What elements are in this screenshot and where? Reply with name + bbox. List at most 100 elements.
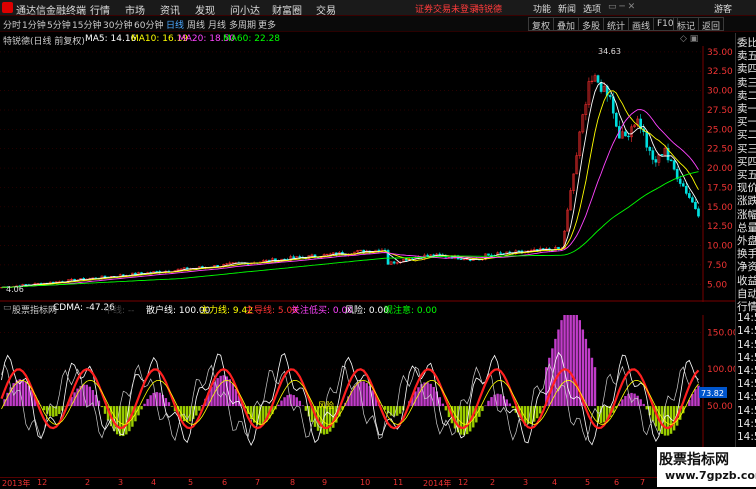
tab-daily[interactable]: 日线 [166,18,184,31]
candle-body [697,208,700,217]
time-tick: 4 [151,478,157,487]
candle-body [669,159,673,162]
mark-button[interactable]: 标记 [673,17,700,32]
candle-body [596,75,600,83]
candle-body [487,253,490,256]
price-tick: 17.50 [707,183,733,193]
menu-quotes[interactable]: 行情 [90,2,110,17]
menu-xiaoda[interactable]: 问小达 [230,2,260,17]
candle-body [627,135,630,138]
quote-panel-label: 14:5 [737,325,756,338]
time-tick: 6 [222,478,228,487]
tab-weekly[interactable]: 周线 [187,18,205,31]
quote-panel-label: 14:5 [737,417,756,430]
price-grid [0,51,702,285]
tab-15min[interactable]: 15分钟 [72,18,101,31]
price-tick: 22.50 [707,145,733,155]
candle-body [651,150,655,160]
risk-signal-label: 风险 [318,400,334,410]
menu-market[interactable]: 市场 [125,2,145,17]
time-tick: 5 [188,478,194,487]
restore-rights-button[interactable]: 复权 [528,17,555,32]
draw-line-button[interactable]: 画线 [628,17,655,32]
ma60-label: MA60: 22.28 [223,34,281,44]
price-chart[interactable]: 35.00 32.50 30.00 27.50 25.00 22.50 20.00 17.50… [0,46,735,302]
quote-panel-label: 14:5 [737,431,756,443]
price-tick: 35.00 [707,48,733,58]
tab-monthly[interactable]: 月线 [208,18,226,31]
menu-options[interactable]: 选项 [583,2,601,15]
menu-news[interactable]: 资讯 [160,2,180,17]
statistics-button[interactable]: 统计 [603,17,630,32]
menu-wealth[interactable]: 财富圈 [272,2,302,17]
tab-1min[interactable]: 1分钟 [22,18,46,31]
tab-5min[interactable]: 5分钟 [47,18,71,31]
menu-trade[interactable]: 交易 [316,2,336,17]
period-toolbar: 分时 1分钟 5分钟 15分钟 30分钟 60分钟 日线 周线 月线 多周期 更… [0,16,756,32]
overlay-button[interactable]: 叠加 [553,17,580,32]
quote-panel-label: 14:5 [737,351,756,364]
time-tick: 2 [490,478,496,487]
menu-function[interactable]: 功能 [533,2,551,15]
tab-30min[interactable]: 30分钟 [103,18,132,31]
indicator-tick: 50.00 [707,402,733,412]
time-tick: 8 [290,478,296,487]
price-tick: 27.50 [707,106,733,116]
tab-60min[interactable]: 60分钟 [134,18,163,31]
quote-panel-label: 14:5 [737,365,756,377]
candle-body [490,254,493,256]
candle-body [624,131,627,137]
watermark-title: 股票指标网 [659,452,729,468]
time-tick: 9 [322,478,328,487]
candle-body [691,197,694,203]
candle-body [672,160,676,170]
tab-intraday[interactable]: 分时 [3,18,21,31]
menu-news-right[interactable]: 新闻 [558,2,576,15]
candle-body [24,284,28,286]
back-button[interactable]: 返回 [698,17,725,32]
candle-body [292,256,296,259]
peak-price-label: 34.63 [598,47,621,56]
watermark: 股票指标网 www.7gpzb.com [657,447,756,487]
quote-panel-label: 14:5 [737,312,756,325]
candle-body [426,254,429,257]
price-tick: 5.00 [707,280,727,290]
low-price-label: 4.06 [6,285,24,294]
indicator-tick: 150.00 [707,328,735,338]
candle-body [411,258,414,260]
quote-panel-label: 14:5 [737,338,756,351]
indicator-header: ▭ 股票指标网 CDMA: -47.26 中线: -- 散户线: 100.00 … [0,303,700,316]
indicator-chart[interactable]: 150.00 100.00 50.00 73.82 风险 [0,315,735,477]
candle-body [614,112,618,127]
multi-stock-button[interactable]: 多股 [578,17,605,32]
quote-panel: 委比 卖五 卖四 卖三 卖二 卖一 买一 买二 买三 买四 买五 现价 涨跌 涨幅 总量 外盘 换手 净资 收益 自动… [735,33,756,458]
time-tick: 2013年 [2,479,31,488]
ma5-line [1,81,699,288]
price-tick: 12.50 [707,222,733,232]
price-tick: 10.00 [707,242,733,252]
tab-more[interactable]: 更多 [258,18,276,31]
candle-body [298,256,302,258]
chart-controls-icon[interactable]: ◇ ▣ [680,34,698,44]
time-tick: 12 [37,478,48,487]
app-title: 通达信金融终端 [16,6,86,17]
login-warning[interactable]: 证券交易未登录 [415,2,478,15]
window-controls-icon[interactable]: ▭ ─ ✕ [608,2,635,12]
candle-body [678,178,682,184]
price-tick: 32.50 [707,67,733,77]
candle-body [392,261,396,264]
indicator-menu-icon[interactable]: ▭ [3,303,12,313]
chart-header: 特锐德(日线 前复权) MA5: 14.16 MA10: 16.19 MA20:… [0,33,700,47]
candle-body [459,258,463,260]
price-tick: 15.00 [707,203,733,213]
time-tick: 12 [458,478,469,487]
menu-guest[interactable]: 游客 [714,2,732,15]
candle-body [684,185,688,194]
price-tick: 25.00 [707,125,733,135]
menu-discover[interactable]: 发现 [195,2,215,17]
time-tick: 11 [393,478,404,487]
candle-body [608,95,612,98]
tab-multi-period[interactable]: 多周期 [229,18,256,31]
time-tick: 2014年 [423,479,452,488]
candle-body [404,258,408,261]
